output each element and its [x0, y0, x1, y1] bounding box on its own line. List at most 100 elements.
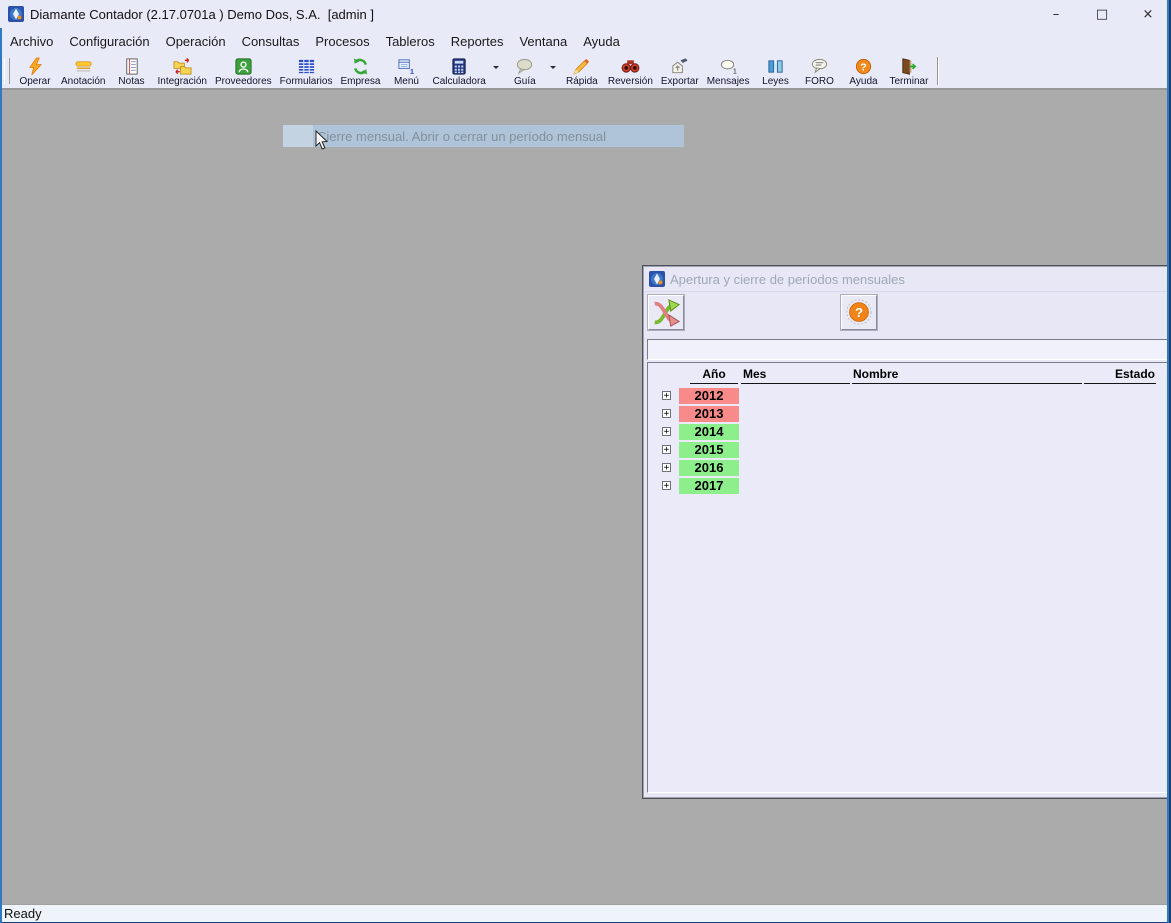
toolbar-button-label: Empresa [340, 77, 380, 87]
menu-tree-icon: 1 [397, 57, 416, 76]
app-icon [8, 6, 24, 22]
toolbar-button-exportar[interactable]: Exportar [657, 54, 703, 88]
year-cell[interactable]: 2015 [679, 442, 739, 458]
header-underline [741, 383, 850, 384]
year-cell[interactable]: 2017 [679, 478, 739, 494]
integracion-folders-icon [173, 57, 192, 76]
menu-procesos[interactable]: Procesos [307, 30, 377, 53]
toolbar-button-label: FORO [805, 77, 834, 87]
menubar: ArchivoConfiguraciónOperaciónConsultasPr… [0, 28, 1171, 54]
terminar-door-icon [899, 57, 918, 76]
toolbar-button-label: Menú [394, 77, 419, 87]
toolbar-button-label: Exportar [661, 77, 699, 87]
calculadora-calculator-icon [450, 57, 469, 76]
toolbar-grip[interactable] [4, 58, 10, 84]
toolbar: Operar Anotación Notas IntegraciónProveedor… [0, 54, 1171, 90]
mensajes-oval-icon: 1 [719, 57, 738, 76]
window-left-border [0, 28, 2, 923]
dropdown-arrow-icon[interactable] [547, 54, 560, 88]
year-cell[interactable]: 2014 [679, 424, 739, 440]
statusbar: Ready [0, 904, 1171, 922]
grid-row-2012: +2012 [648, 387, 1171, 405]
window-right-border [1167, 0, 1171, 923]
dialog-toolbar: ? [644, 292, 1171, 338]
toolbar-button-anotacion[interactable]: Anotación [57, 54, 109, 88]
grid-row-2015: +2015 [648, 441, 1171, 459]
menu-reportes[interactable]: Reportes [443, 30, 512, 53]
svg-text:?: ? [855, 304, 863, 319]
toolbar-button-label: Rápida [566, 77, 598, 87]
toolbar-button-mensajes[interactable]: 1Mensajes [703, 54, 754, 88]
grid-row-2016: +2016 [648, 459, 1171, 477]
toolbar-button-label: Formularios [280, 77, 333, 87]
application-window: Diamante Contador (2.17.0701a ) Demo Dos… [0, 0, 1171, 923]
close-button[interactable]: × [1125, 0, 1171, 28]
menu-operacion[interactable]: Operación [158, 30, 234, 53]
toolbar-button-label: Operar [19, 77, 50, 87]
toggle-period-button[interactable] [648, 295, 684, 330]
swap-arrows-icon [651, 298, 681, 328]
toolbar-button-label: Calculadora [432, 77, 485, 87]
toolbar-button-notas[interactable]: Notas [109, 54, 153, 88]
column-header-nombre[interactable]: Nombre [853, 367, 898, 381]
toolbar-button-label: Notas [118, 77, 144, 87]
toolbar-button-proveedores[interactable]: Proveedores [211, 54, 276, 88]
expand-button[interactable]: + [662, 427, 671, 436]
year-cell[interactable]: 2016 [679, 460, 739, 476]
toolbar-button-label: Terminar [890, 77, 929, 87]
column-header-estado[interactable]: Estado [1085, 367, 1155, 381]
expand-button[interactable]: + [662, 391, 671, 400]
operar-lightning-icon [26, 57, 45, 76]
status-text: Ready [0, 906, 42, 921]
toolbar-button-rapida[interactable]: Rápida [560, 54, 604, 88]
maximize-button[interactable]: □ [1079, 0, 1125, 28]
dialog-title: Apertura y cierre de períodos mensuales [670, 272, 905, 287]
menu-configuracion[interactable]: Configuración [61, 30, 157, 53]
menu-tableros[interactable]: Tableros [378, 30, 443, 53]
svg-text:?: ? [860, 62, 866, 73]
empresa-refresh-icon [351, 57, 370, 76]
dialog-help-button[interactable]: ? [841, 295, 877, 330]
anotacion-note-icon [74, 57, 93, 76]
rapida-pencil-icon [572, 57, 591, 76]
toolbar-button-guia[interactable]: Guía [503, 54, 547, 88]
year-cell[interactable]: 2012 [679, 388, 739, 404]
menu-archivo[interactable]: Archivo [2, 30, 61, 53]
toolbar-button-terminar[interactable]: Terminar [886, 54, 933, 88]
menu-consultas[interactable]: Consultas [234, 30, 308, 53]
reversion-binoculars-icon [621, 57, 640, 76]
filter-input[interactable] [648, 340, 1171, 359]
expand-button[interactable]: + [662, 445, 671, 454]
toolbar-button-foro[interactable]: FORO [798, 54, 842, 88]
toolbar-button-menu[interactable]: 1Menú [384, 54, 428, 88]
expand-button[interactable]: + [662, 409, 671, 418]
column-header-ano[interactable]: Año [690, 367, 738, 381]
formularios-grid-icon [297, 57, 316, 76]
header-underline [1084, 383, 1156, 384]
minimize-button[interactable]: – [1033, 0, 1079, 28]
menu-ayuda[interactable]: Ayuda [575, 30, 628, 53]
toolbar-button-reversion[interactable]: Reversión [604, 54, 657, 88]
menu-ventana[interactable]: Ventana [511, 30, 575, 53]
year-cell[interactable]: 2013 [679, 406, 739, 422]
toolbar-button-ayuda[interactable]: ?Ayuda [842, 54, 886, 88]
column-header-mes[interactable]: Mes [743, 367, 766, 381]
toolbar-button-calculadora[interactable]: Calculadora [428, 54, 489, 88]
header-underline [690, 383, 738, 384]
toolbar-button-empresa[interactable]: Empresa [336, 54, 384, 88]
expand-button[interactable]: + [662, 481, 671, 490]
header-underline [852, 383, 1082, 384]
window-title: Diamante Contador (2.17.0701a ) Demo Dos… [30, 7, 374, 22]
dialog-titlebar[interactable]: Apertura y cierre de períodos mensuales [644, 267, 1171, 292]
toolbar-button-leyes[interactable]: Leyes [754, 54, 798, 88]
titlebar: Diamante Contador (2.17.0701a ) Demo Dos… [0, 0, 1171, 28]
grid-row-2017: +2017 [648, 477, 1171, 495]
menu-hint-bar[interactable]: Cierre mensual. Abrir o cerrar un períod… [283, 125, 684, 147]
expand-button[interactable]: + [662, 463, 671, 472]
toolbar-button-formularios[interactable]: Formularios [276, 54, 337, 88]
grid-rows: +2012+2013+2014+2015+2016+2017 [648, 387, 1171, 495]
mdi-desktop: Cierre mensual. Abrir o cerrar un períod… [0, 90, 1171, 904]
toolbar-button-integracion[interactable]: Integración [153, 54, 210, 88]
dropdown-arrow-icon[interactable] [490, 54, 503, 88]
toolbar-button-operar[interactable]: Operar [13, 54, 57, 88]
